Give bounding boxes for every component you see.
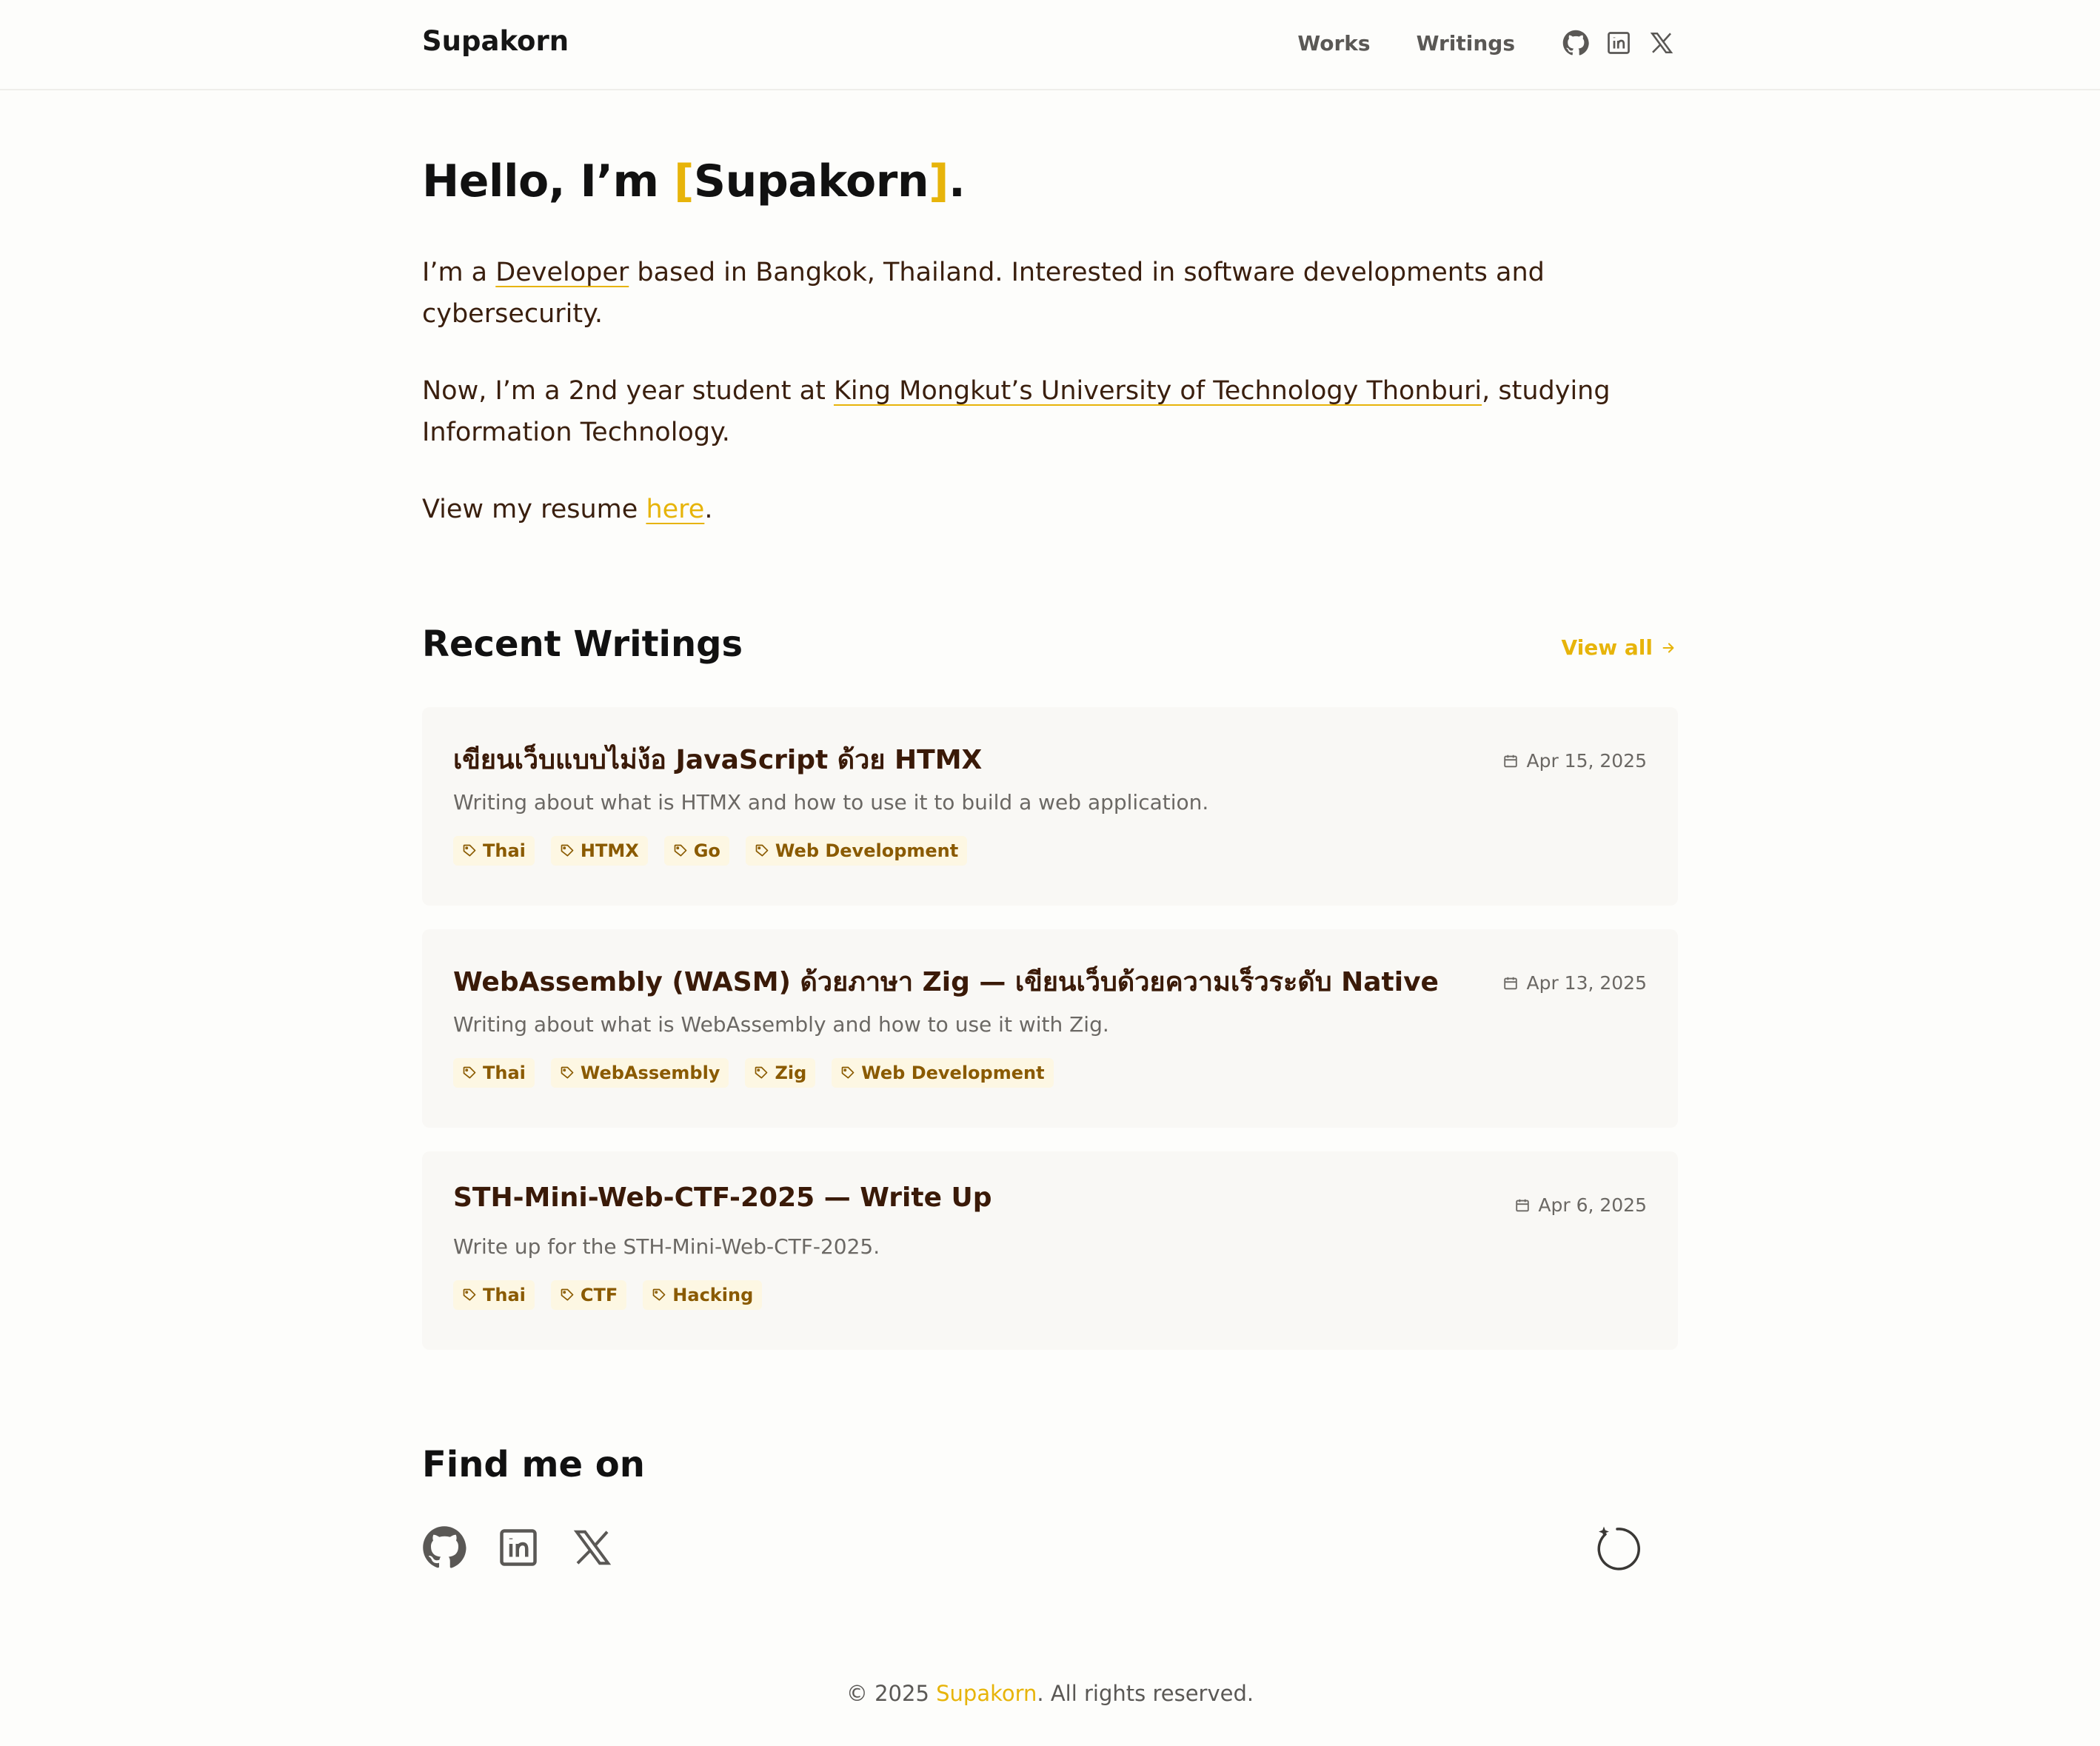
developer-link[interactable]: Developer: [495, 258, 629, 287]
linkedin-icon[interactable]: [496, 1525, 541, 1570]
post-tags: Thai WebAssembly Zig Web Development: [453, 1058, 1054, 1088]
intro-section: Hello, I’m [Supakorn]. I’m a Developer b…: [422, 155, 1681, 524]
social-links: [422, 1525, 615, 1570]
post-date-text: Apr 15, 2025: [1526, 750, 1647, 772]
tag-icon: [673, 843, 688, 858]
site-header: Supakorn Works Writings: [0, 0, 2100, 90]
copyright-suffix: . All rights reserved.: [1037, 1681, 1254, 1706]
calendar-icon: [1514, 1197, 1531, 1214]
bracket-open: [: [673, 155, 694, 207]
tag-chip[interactable]: Hacking: [643, 1280, 763, 1310]
intro-text: View my resume: [422, 495, 646, 524]
tag-icon: [840, 1066, 855, 1080]
arrow-right-icon: [1662, 642, 1674, 653]
tag-chip[interactable]: Thai: [453, 836, 535, 866]
tag-label: Thai: [483, 840, 526, 861]
nav-link-works[interactable]: Works: [1297, 31, 1370, 56]
tag-label: Hacking: [672, 1285, 754, 1305]
page: Supakorn Works Writings Hello, I’m [Supa…: [0, 0, 2100, 1746]
post-tags: Thai HTMX Go Web Development: [453, 836, 968, 866]
tag-label: Web Development: [775, 840, 959, 861]
github-icon[interactable]: [1562, 30, 1589, 56]
post-description: Writing about what is WebAssembly and ho…: [453, 1012, 1109, 1037]
footer-name-link[interactable]: Supakorn: [936, 1681, 1037, 1706]
post-description: Writing about what is HTMX and how to us…: [453, 790, 1209, 815]
tag-icon: [754, 1066, 769, 1080]
bracket-close: ]: [929, 155, 949, 207]
header-social-icons: [1562, 30, 1675, 56]
intro-text: Now, I’m a 2nd year student at: [422, 376, 834, 406]
intro-text: .: [704, 495, 713, 524]
tag-icon: [560, 1288, 575, 1302]
x-icon[interactable]: [1648, 30, 1675, 56]
tag-icon: [462, 1066, 477, 1080]
calendar-icon: [1502, 753, 1519, 769]
tag-chip[interactable]: HTMX: [550, 836, 648, 866]
loading-spinner-icon: [1594, 1525, 1641, 1573]
tag-chip[interactable]: Go: [663, 836, 729, 866]
intro-paragraph-1: I’m a Developer based in Bangkok, Thaila…: [422, 252, 1681, 335]
view-all-label: View all: [1561, 635, 1653, 660]
tag-label: Web Development: [861, 1063, 1045, 1083]
intro-text: I’m a: [422, 258, 496, 287]
tag-label: WebAssembly: [580, 1063, 720, 1083]
post-date: Apr 13, 2025: [1502, 972, 1647, 994]
main-nav: Works Writings: [1297, 30, 1675, 56]
intro-paragraph-2: Now, I’m a 2nd year student at King Mong…: [422, 370, 1681, 453]
tag-icon: [462, 1288, 477, 1302]
hero-heading: Hello, I’m [Supakorn].: [422, 155, 1681, 207]
post-card[interactable]: เขียนเว็บแบบไม่ง้อ JavaScript ด้วย HTMX A…: [422, 707, 1678, 906]
post-title[interactable]: WebAssembly (WASM) ด้วยภาษา Zig — เขียนเ…: [453, 960, 1439, 1003]
tag-chip[interactable]: WebAssembly: [550, 1058, 729, 1088]
tag-label: Zig: [775, 1063, 807, 1083]
copyright-prefix: © 2025: [846, 1681, 937, 1706]
tag-icon: [560, 1066, 575, 1080]
post-tags: Thai CTF Hacking: [453, 1280, 763, 1310]
linkedin-icon[interactable]: [1605, 30, 1632, 56]
tag-chip[interactable]: Web Development: [832, 1058, 1054, 1088]
post-date: Apr 6, 2025: [1514, 1194, 1647, 1216]
tag-icon: [652, 1288, 666, 1302]
site-footer: © 2025 Supakorn. All rights reserved.: [0, 1681, 2100, 1706]
greeting-suffix: .: [949, 155, 966, 207]
tag-label: Go: [693, 840, 720, 861]
post-card[interactable]: STH-Mini-Web-CTF-2025 — Write Up Apr 6, 2…: [422, 1151, 1678, 1350]
nav-link-writings[interactable]: Writings: [1417, 31, 1515, 56]
tag-icon: [560, 843, 575, 858]
post-title[interactable]: เขียนเว็บแบบไม่ง้อ JavaScript ด้วย HTMX: [453, 738, 982, 780]
recent-writings-heading: Recent Writings: [422, 623, 743, 665]
greeting-prefix: Hello, I’m: [422, 155, 674, 207]
post-date: Apr 15, 2025: [1502, 750, 1647, 772]
tag-chip[interactable]: Thai: [453, 1280, 535, 1310]
post-card[interactable]: WebAssembly (WASM) ด้วยภาษา Zig — เขียนเ…: [422, 929, 1678, 1128]
post-date-text: Apr 6, 2025: [1538, 1194, 1647, 1216]
tag-icon: [462, 843, 477, 858]
tag-chip[interactable]: Web Development: [745, 836, 968, 866]
tag-label: CTF: [580, 1285, 618, 1305]
hero-name: Supakorn: [693, 155, 929, 207]
university-link[interactable]: King Mongkut’s University of Technology …: [834, 376, 1482, 406]
intro-paragraph-3: View my resume here.: [422, 489, 1681, 530]
tag-icon: [755, 843, 769, 858]
github-icon[interactable]: [422, 1525, 467, 1570]
find-me-heading: Find me on: [422, 1444, 645, 1485]
calendar-icon: [1502, 975, 1519, 991]
x-icon[interactable]: [570, 1525, 615, 1570]
resume-link[interactable]: here: [646, 495, 704, 524]
tag-chip[interactable]: Thai: [453, 1058, 535, 1088]
tag-label: Thai: [483, 1063, 526, 1083]
post-description: Write up for the STH-Mini-Web-CTF-2025.: [453, 1234, 880, 1259]
tag-label: HTMX: [580, 840, 639, 861]
post-title[interactable]: STH-Mini-Web-CTF-2025 — Write Up: [453, 1183, 992, 1213]
tag-chip[interactable]: Zig: [745, 1058, 816, 1088]
tag-chip[interactable]: CTF: [550, 1280, 627, 1310]
site-brand[interactable]: Supakorn: [422, 25, 569, 57]
view-all-link[interactable]: View all: [1562, 635, 1676, 660]
tag-label: Thai: [483, 1285, 526, 1305]
post-date-text: Apr 13, 2025: [1526, 972, 1647, 994]
